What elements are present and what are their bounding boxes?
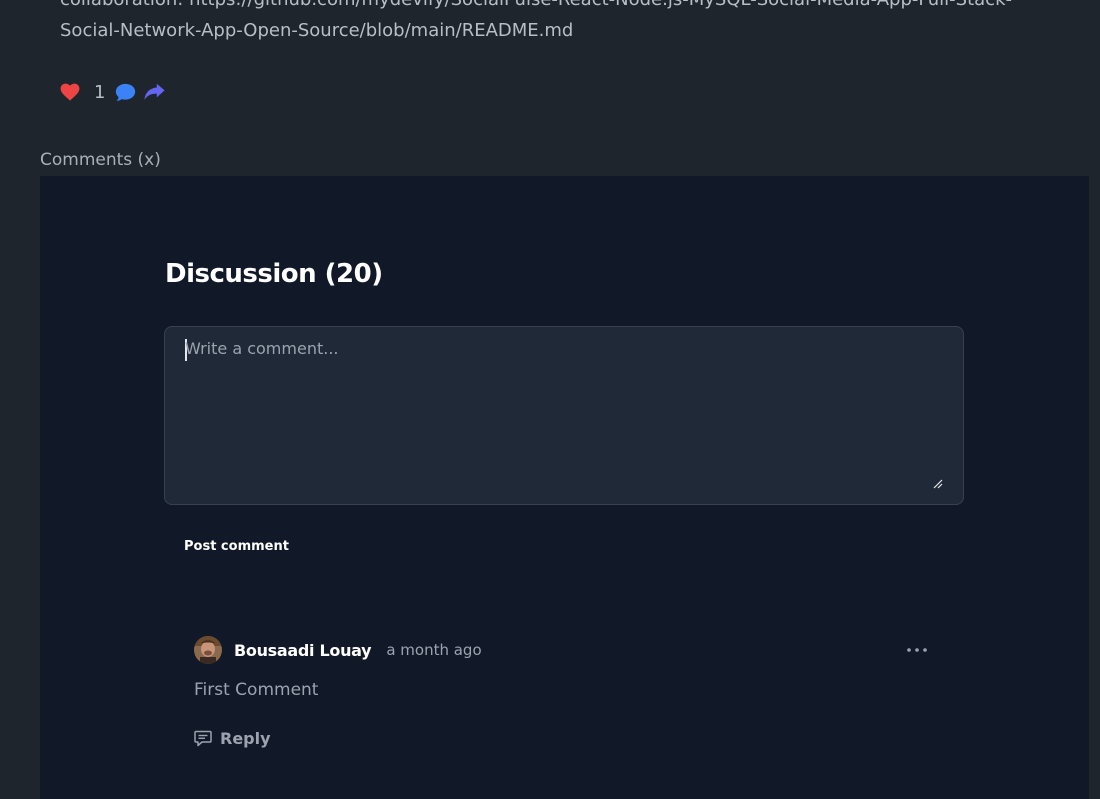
heart-icon[interactable] bbox=[60, 83, 80, 101]
post-comment-button[interactable]: Post comment bbox=[164, 533, 309, 560]
reply-icon bbox=[194, 730, 212, 747]
resize-handle-icon[interactable] bbox=[933, 476, 943, 489]
comment-input[interactable] bbox=[185, 339, 925, 469]
like-count: 1 bbox=[94, 81, 106, 103]
discussion-section: Discussion (20) Post comment bbox=[40, 176, 1089, 799]
comment-header: Bousaadi Louay a month ago bbox=[194, 634, 929, 666]
more-options-icon[interactable] bbox=[905, 640, 929, 660]
post-actions: 1 bbox=[60, 80, 166, 104]
share-arrow-icon[interactable] bbox=[144, 83, 166, 101]
reply-button[interactable]: Reply bbox=[194, 729, 271, 748]
comment-item: Bousaadi Louay a month ago First Comment… bbox=[194, 634, 929, 748]
avatar[interactable] bbox=[194, 636, 222, 664]
reply-label: Reply bbox=[220, 729, 271, 748]
comment-author[interactable]: Bousaadi Louay bbox=[234, 641, 372, 660]
comment-time: a month ago bbox=[386, 641, 482, 659]
post-text: collaboration: https://github.com/mydevi… bbox=[60, 0, 1012, 41]
discussion-title: Discussion (20) bbox=[165, 259, 383, 289]
comment-bubble-icon[interactable] bbox=[115, 83, 136, 102]
comments-label: Comments (x) bbox=[40, 150, 161, 170]
comment-box bbox=[164, 326, 964, 505]
comment-body: First Comment bbox=[194, 680, 319, 700]
